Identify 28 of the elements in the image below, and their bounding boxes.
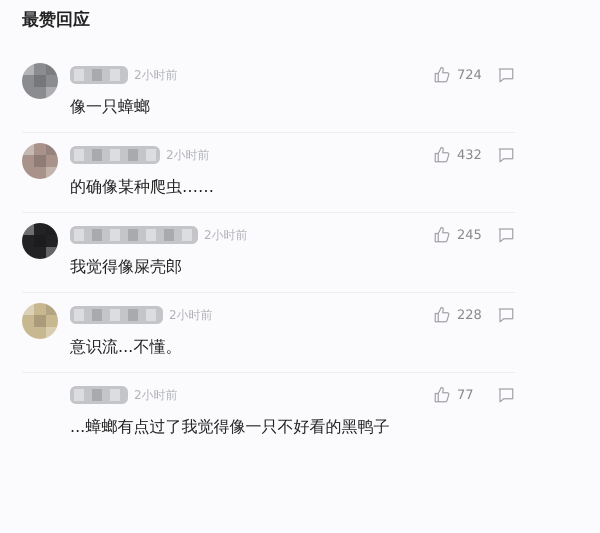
timestamp: 2小时前 [134, 386, 178, 404]
thumbs-up-icon[interactable] [433, 66, 451, 84]
thumbs-up-icon[interactable] [433, 306, 451, 324]
comment-text: 的确像某种爬虫…… [70, 177, 215, 198]
timestamp: 2小时前 [204, 226, 248, 244]
comment-icon[interactable] [497, 67, 515, 83]
comment-text: 我觉得像屎壳郎 [70, 257, 183, 278]
timestamp: 2小时前 [169, 306, 213, 324]
like-count: 724 [457, 68, 483, 82]
comment-text: ...蟑螂有点过了我觉得像一只不好看的黑鸭子 [70, 417, 390, 438]
timestamp: 2小时前 [166, 146, 210, 164]
thumbs-up-icon[interactable] [433, 386, 451, 404]
thumbs-up-icon[interactable] [433, 146, 451, 164]
timestamp: 2小时前 [134, 66, 178, 84]
comment-icon[interactable] [497, 147, 515, 163]
blurred-name-drawing [70, 386, 128, 404]
comment-icon[interactable] [497, 227, 515, 243]
comment-icon[interactable] [497, 307, 515, 323]
comment-text: 像一只蟑螂 [70, 97, 151, 118]
like-count: 432 [457, 148, 483, 162]
blurred-name-drawing [70, 66, 128, 84]
comment-icon[interactable] [497, 387, 515, 403]
like-count: 245 [457, 228, 483, 242]
like-count: 77 [457, 388, 475, 402]
section-title: 最赞回应 [22, 9, 91, 31]
comment-text: 意识流...不懂。 [70, 337, 182, 358]
thumbs-up-icon[interactable] [433, 226, 451, 244]
like-count: 228 [457, 308, 483, 322]
